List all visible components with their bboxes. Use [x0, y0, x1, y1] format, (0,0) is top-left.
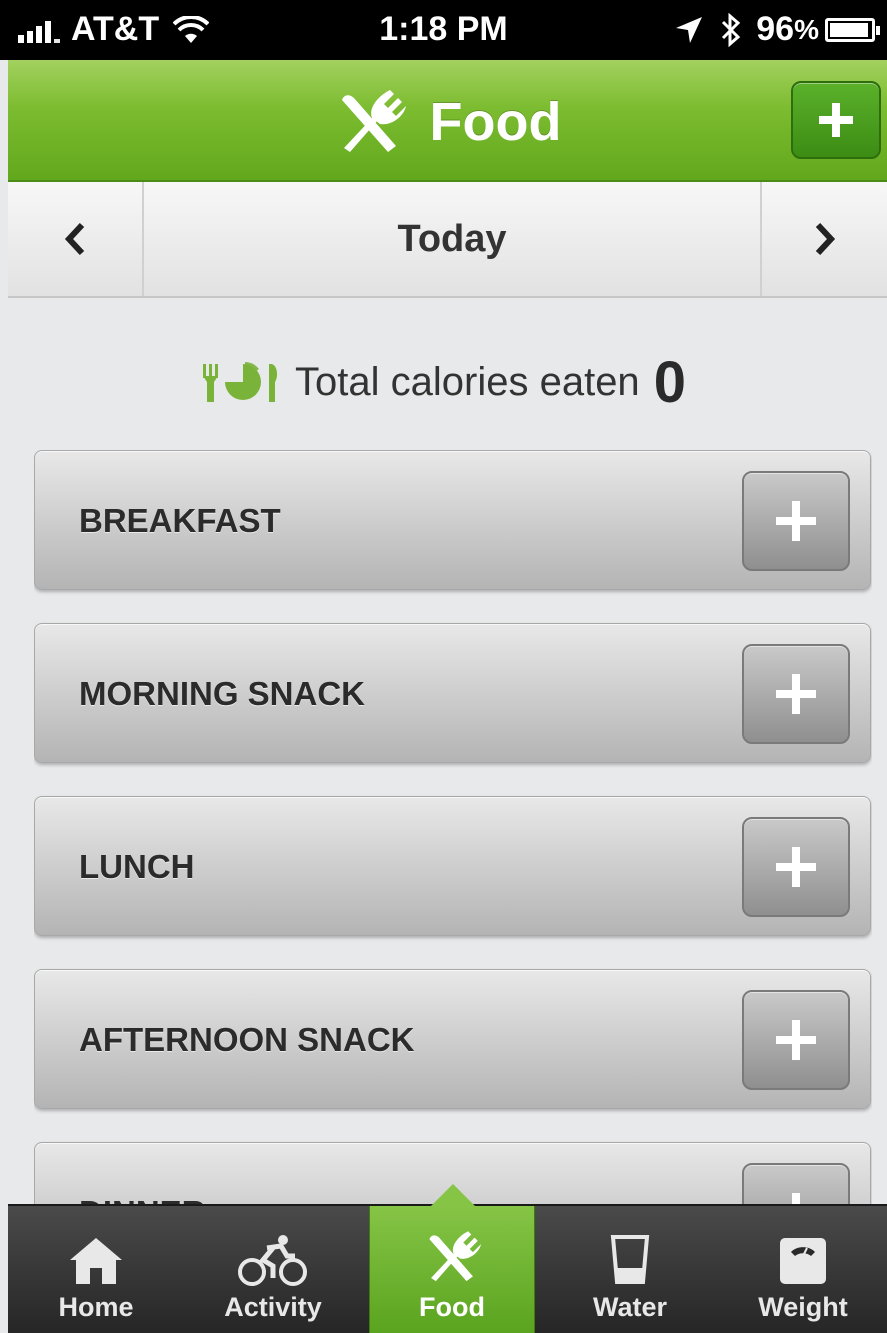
plus-icon [776, 847, 816, 887]
fork-knife-icon [429, 1231, 481, 1282]
date-label: Today [397, 217, 507, 260]
add-afternoon-snack-button[interactable] [742, 990, 850, 1090]
plate-pie-icon [203, 362, 278, 402]
location-arrow-icon [676, 16, 703, 43]
glass-icon [610, 1235, 650, 1284]
add-food-button[interactable] [791, 81, 881, 159]
page-title-text: Food [429, 92, 562, 152]
tab-label: Home [58, 1292, 134, 1322]
calorie-label: Total calories eaten [295, 359, 640, 404]
app-header: Food [8, 60, 887, 182]
battery-fill [830, 22, 869, 37]
tab-label: Water [592, 1292, 667, 1322]
meal-row-morning-snack[interactable]: MORNING SNACK [34, 623, 871, 763]
plus-icon [776, 674, 816, 714]
date-navigator: Today [8, 182, 887, 298]
tab-water[interactable]: Water [541, 1206, 719, 1333]
plus-icon [792, 1193, 800, 1204]
cyclist-icon [238, 1235, 307, 1286]
plus-icon [776, 501, 816, 541]
tab-activity[interactable]: Activity [184, 1206, 362, 1333]
chevron-left-icon [64, 222, 85, 256]
add-lunch-button[interactable] [742, 817, 850, 917]
tab-label: Activity [224, 1292, 322, 1322]
battery-percent-sign: % [794, 13, 819, 45]
active-tab-pointer [431, 1184, 475, 1206]
bluetooth-icon [722, 12, 741, 47]
add-breakfast-button[interactable] [742, 471, 850, 571]
status-right: 96% [674, 10, 880, 49]
meal-list: BREAKFAST MORNING SNACK LUNCH AFTERNOON … [34, 450, 872, 1204]
add-morning-snack-button[interactable] [742, 644, 850, 744]
previous-day-button[interactable] [8, 182, 144, 296]
tab-bar: Home Activity Food Water Weight [8, 1184, 887, 1333]
meal-row-lunch[interactable]: LUNCH [34, 796, 871, 936]
meal-row-afternoon-snack[interactable]: AFTERNOON SNACK [34, 969, 871, 1109]
home-icon [70, 1238, 122, 1284]
plus-icon [819, 103, 853, 137]
battery-percent: 96 [756, 10, 795, 48]
tab-food[interactable]: Food [369, 1184, 535, 1333]
calorie-summary: Total calories eaten 0 [0, 349, 887, 415]
meal-name: LUNCH [79, 848, 195, 885]
tab-home[interactable]: Home [8, 1206, 184, 1333]
page-title: Food [8, 86, 887, 158]
meal-name: BREAKFAST [79, 502, 281, 539]
next-day-button[interactable] [760, 182, 887, 296]
tab-label: Food [419, 1292, 485, 1322]
add-dinner-button[interactable] [742, 1163, 850, 1204]
tab-label: Weight [758, 1292, 848, 1322]
chevron-right-icon [815, 222, 835, 256]
fork-knife-icon [341, 90, 406, 152]
meal-name: MORNING SNACK [79, 675, 365, 712]
meal-name: DINNER [79, 1143, 206, 1204]
calorie-value: 0 [653, 349, 686, 415]
meal-row-breakfast[interactable]: BREAKFAST [34, 450, 871, 590]
scale-icon [780, 1238, 826, 1284]
battery-icon [825, 17, 880, 42]
status-bar: AT&T 1:18 PM 96% [0, 0, 887, 60]
tab-weight[interactable]: Weight [719, 1206, 887, 1333]
plus-icon [776, 1020, 816, 1060]
meal-name: AFTERNOON SNACK [79, 1021, 415, 1058]
